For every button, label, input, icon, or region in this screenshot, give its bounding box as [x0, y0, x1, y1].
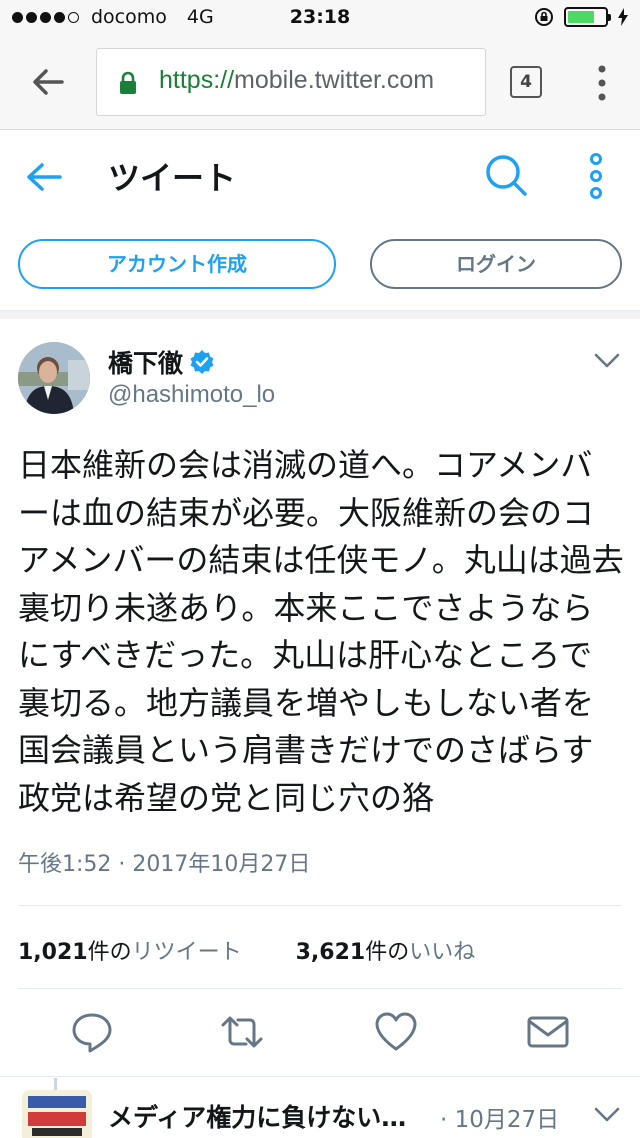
author-handle[interactable]: @hashimoto_lo [108, 381, 275, 409]
retweet-count-value: 1,021 [18, 940, 88, 965]
like-count-unit: 件の [365, 940, 410, 965]
author-name[interactable]: 橋下徹 [108, 344, 215, 380]
app-header: ツイート [0, 131, 640, 221]
tweet-stats: 1,021件のリツイート 3,621件のいいね [18, 934, 475, 966]
page-title: ツイート [108, 159, 237, 197]
verified-badge-icon [190, 350, 214, 374]
reply-icon[interactable] [70, 1010, 114, 1054]
tweet-timestamp: 午後1:52 · 2017年10月27日 [18, 852, 311, 877]
direct-message-icon[interactable] [526, 1010, 570, 1054]
retweet-count-unit: 件の [87, 940, 132, 965]
browser-back-icon[interactable] [28, 62, 68, 102]
like-count-label: いいね [409, 940, 476, 965]
next-tweet-avatar[interactable] [22, 1090, 92, 1138]
browser-menu-icon[interactable] [590, 62, 614, 104]
chevron-down-icon[interactable] [594, 1106, 620, 1124]
like-count[interactable]: 3,621件のいいね [296, 934, 476, 966]
tweet-actions [0, 1010, 640, 1066]
status-bar: docomo 4G 23:18 [0, 0, 640, 36]
retweet-count-label: リツイート [131, 940, 242, 965]
account-actions: アカウント作成 ログイン [0, 221, 640, 311]
next-tweet-date: · 10月27日 [440, 1107, 560, 1133]
url-scheme: https:// [159, 66, 235, 94]
section-separator [0, 311, 640, 319]
retweet-icon[interactable] [220, 1010, 264, 1054]
avatar-image [18, 342, 90, 414]
divider [18, 988, 622, 989]
status-bar-right [534, 7, 628, 27]
url-text: https://mobile.twitter.com [159, 66, 434, 95]
address-bar[interactable]: https://mobile.twitter.com [96, 48, 486, 116]
like-heart-icon[interactable] [374, 1010, 418, 1054]
divider [0, 1076, 640, 1077]
back-arrow-icon[interactable] [24, 157, 64, 197]
like-count-value: 3,621 [295, 940, 366, 965]
charging-bolt-icon [618, 8, 628, 26]
login-button[interactable]: ログイン [370, 239, 622, 289]
url-fade [445, 49, 485, 115]
battery-icon [564, 7, 611, 27]
divider [18, 905, 622, 906]
more-options-icon[interactable] [584, 151, 608, 201]
search-icon[interactable] [484, 153, 528, 197]
rotation-lock-icon [535, 8, 553, 26]
tweet-text: 日本維新の会は消滅の道へ。コアメンバーは血の結束が必要。大阪維新の会のコアメンバ… [18, 446, 624, 817]
tab-switcher-button[interactable]: 4 [510, 66, 542, 98]
media-logo-image [22, 1090, 92, 1138]
avatar[interactable] [18, 342, 90, 414]
retweet-count[interactable]: 1,021件のリツイート [18, 934, 242, 966]
chevron-down-icon[interactable] [594, 352, 620, 370]
next-tweet-author[interactable]: メディア権力に負けない… [108, 1098, 406, 1134]
browser-toolbar: https://mobile.twitter.com 4 [0, 36, 640, 130]
url-host: mobile.twitter.com [234, 66, 435, 94]
create-account-button[interactable]: アカウント作成 [18, 239, 336, 289]
author-display-name: 橋下徹 [108, 349, 184, 378]
secure-lock-icon [120, 71, 136, 94]
